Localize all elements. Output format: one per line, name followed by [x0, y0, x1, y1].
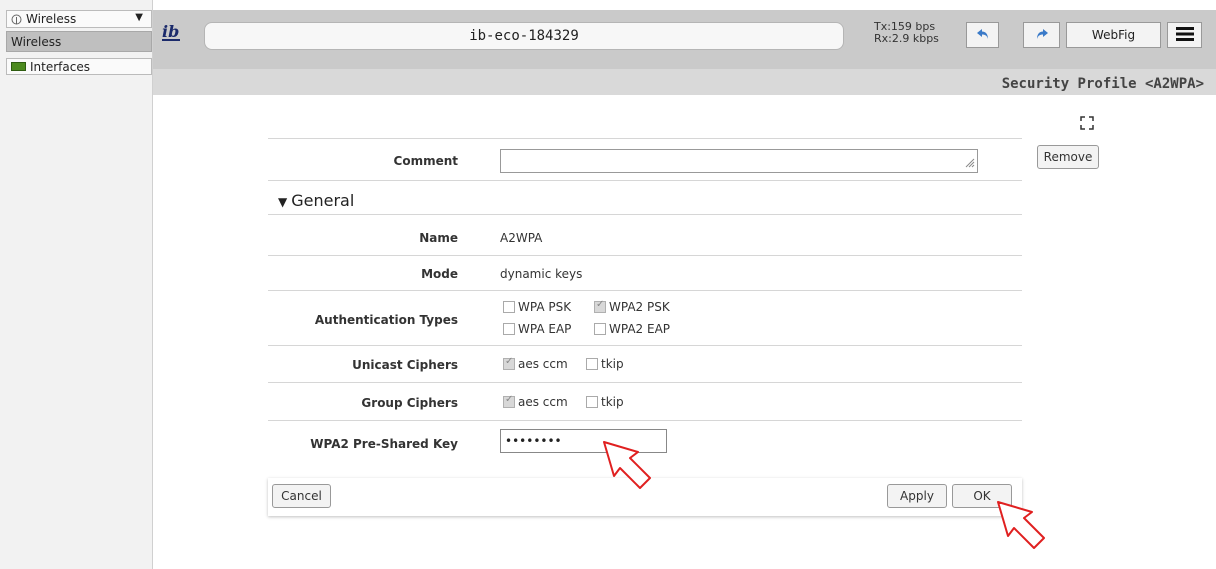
- logo-icon: ib: [162, 22, 180, 42]
- sidebar: Wireless ▼ Wireless Interfaces: [0, 0, 153, 569]
- cancel-button[interactable]: Cancel: [272, 484, 331, 508]
- checkbox-wpa-psk[interactable]: WPA PSK: [503, 300, 571, 314]
- annotation-arrow-icon: [997, 501, 1045, 549]
- fullscreen-icon[interactable]: [1076, 112, 1098, 134]
- remove-button[interactable]: Remove: [1037, 145, 1099, 169]
- checkbox-box: [594, 323, 606, 335]
- checkbox-box: [594, 299, 606, 313]
- mode-label: Mode: [421, 267, 458, 281]
- unicast-ciphers-label: Unicast Ciphers: [352, 358, 458, 372]
- checkbox-label: tkip: [601, 395, 624, 409]
- psk-value: ••••••••: [505, 434, 562, 448]
- svg-text:ib: ib: [162, 22, 179, 41]
- checkbox-group-aes-ccm[interactable]: aes ccm: [503, 394, 568, 409]
- checkbox-label: WPA2 PSK: [609, 300, 670, 314]
- sidebar-item-interfaces[interactable]: Interfaces: [6, 58, 152, 75]
- sidebar-item-wireless[interactable]: Wireless: [6, 31, 152, 52]
- section-general-toggle[interactable]: ▼ General: [278, 191, 354, 210]
- menu-button[interactable]: [1167, 22, 1202, 48]
- menu-select-label: Wireless: [26, 12, 77, 26]
- section-general-title: General: [291, 191, 355, 210]
- checkbox-label: WPA2 EAP: [609, 322, 671, 336]
- checkbox-box: [503, 394, 515, 408]
- checkbox-wpa2-psk[interactable]: WPA2 PSK: [594, 299, 670, 314]
- divider: [268, 214, 1022, 215]
- checkbox-group-tkip[interactable]: tkip: [586, 395, 624, 409]
- traffic-stats: Tx:159 bps Rx:2.9 kbps: [874, 21, 939, 45]
- checkbox-box: [586, 358, 598, 370]
- redo-button[interactable]: [1023, 22, 1060, 48]
- apply-button[interactable]: Apply: [887, 484, 947, 508]
- checkbox-box: [503, 323, 515, 335]
- rx-rate: Rx:2.9 kbps: [874, 32, 939, 45]
- sidebar-item-label: Wireless: [11, 34, 62, 49]
- triangle-down-icon: ▼: [278, 195, 288, 209]
- psk-label: WPA2 Pre-Shared Key: [310, 437, 458, 451]
- annotation-arrow-icon: [603, 441, 651, 489]
- checkbox-unicast-aes-ccm[interactable]: aes ccm: [503, 356, 568, 371]
- checkbox-label: tkip: [601, 357, 624, 371]
- hostname-display: ib-eco-184329: [204, 22, 844, 50]
- redo-icon: [1035, 27, 1049, 44]
- webfig-label: WebFig: [1091, 28, 1136, 42]
- chevron-down-icon: ▼: [135, 12, 143, 23]
- checkbox-label: aes ccm: [518, 395, 568, 409]
- checkbox-label: WPA EAP: [518, 322, 572, 336]
- sidebar-item-label: Interfaces: [30, 59, 90, 74]
- checkbox-box: [503, 301, 515, 313]
- divider: [268, 420, 1022, 421]
- checkbox-wpa-eap[interactable]: WPA EAP: [503, 322, 571, 336]
- undo-button[interactable]: [966, 22, 999, 48]
- checkbox-wpa2-eap[interactable]: WPA2 EAP: [594, 322, 670, 336]
- webfig-button[interactable]: WebFig: [1066, 22, 1161, 48]
- group-ciphers-label: Group Ciphers: [361, 396, 458, 410]
- menu-select[interactable]: Wireless ▼: [6, 10, 152, 28]
- divider: [268, 180, 1022, 181]
- mode-value: dynamic keys: [500, 267, 583, 281]
- hamburger-icon: [1175, 26, 1194, 44]
- undo-icon: [976, 27, 990, 44]
- checkbox-label: WPA PSK: [518, 300, 572, 314]
- name-label: Name: [419, 231, 458, 245]
- resize-handle-icon: [963, 156, 975, 171]
- divider: [268, 382, 1022, 383]
- wireless-antenna-icon: [11, 14, 22, 25]
- checkbox-unicast-tkip[interactable]: tkip: [586, 357, 624, 371]
- divider: [268, 255, 1022, 256]
- checkbox-box: [503, 356, 515, 370]
- divider: [268, 345, 1022, 346]
- name-value: A2WPA: [500, 231, 543, 245]
- checkbox-box: [586, 396, 598, 408]
- page-title: Security Profile <A2WPA>: [1001, 76, 1204, 92]
- checkbox-label: aes ccm: [518, 357, 568, 371]
- hostname: ib-eco-184329: [469, 28, 579, 44]
- auth-types-label: Authentication Types: [314, 313, 458, 327]
- comment-label: Comment: [393, 154, 458, 168]
- divider: [268, 290, 1022, 291]
- interfaces-icon: [11, 62, 26, 71]
- divider: [268, 138, 1022, 139]
- comment-field[interactable]: [500, 149, 978, 173]
